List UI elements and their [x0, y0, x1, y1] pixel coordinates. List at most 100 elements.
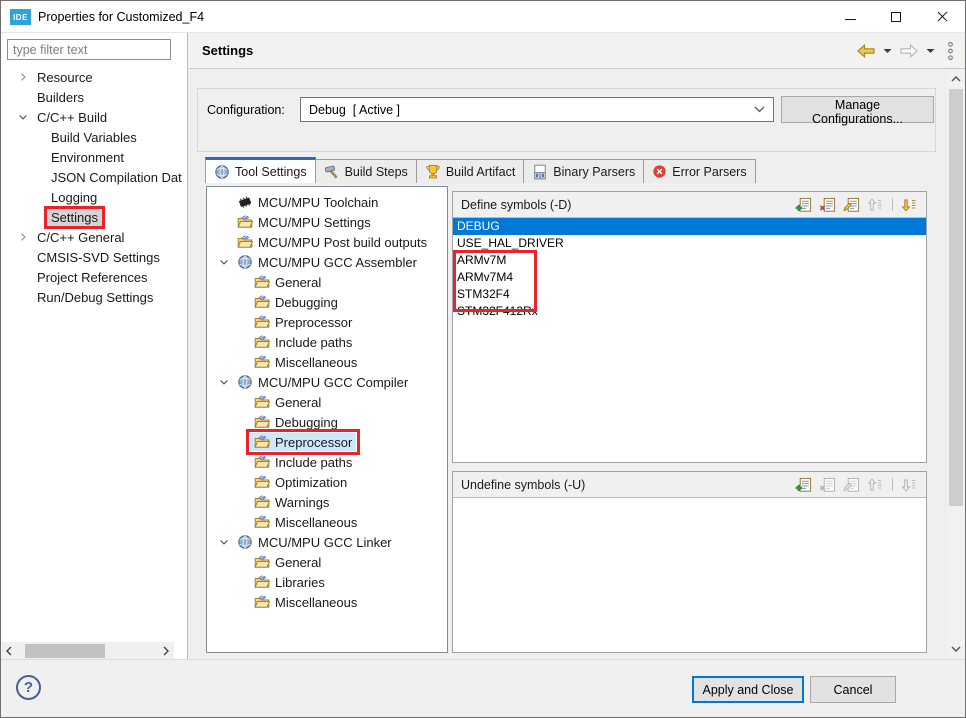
sidebar-item-logging[interactable]: Logging — [1, 187, 186, 207]
sidebar-item-json-compilation-dat[interactable]: JSON Compilation Dat — [1, 167, 186, 187]
tool-tree-item-miscellaneous[interactable]: Miscellaneous — [207, 512, 447, 532]
apply-and-close-button[interactable]: Apply and Close — [692, 676, 804, 703]
sidebar-horizontal-scrollbar[interactable] — [1, 642, 174, 660]
tool-tree-item-include-paths[interactable]: Include paths — [207, 452, 447, 472]
tool-tree-item-mcu-mpu-gcc-assembler[interactable]: MCU/MPU GCC Assembler — [207, 252, 447, 272]
tab-binary-parsers[interactable]: 010 Binary Parsers — [523, 159, 644, 183]
tab-label: Build Artifact — [446, 165, 515, 179]
manage-configurations-button[interactable]: Manage Configurations... — [781, 96, 934, 123]
settings-page: Settings Configuration: Debug [ Active ]… — [189, 33, 966, 661]
scrollbar-thumb[interactable] — [949, 89, 963, 506]
tool-wrench-icon — [214, 164, 230, 180]
sidebar-item-label: Project References — [33, 269, 152, 286]
tool-tree-item-include-paths[interactable]: Include paths — [207, 332, 447, 352]
toolbar-separator — [892, 478, 893, 491]
svg-text:010: 010 — [536, 173, 545, 179]
back-history-caret-icon[interactable] — [883, 48, 892, 54]
scroll-left-icon[interactable] — [1, 646, 17, 656]
tool-wrench-icon — [237, 534, 253, 550]
symbol-row-armv7m[interactable]: ARMv7M — [453, 252, 926, 269]
scroll-down-icon[interactable] — [951, 641, 961, 657]
sidebar-item-run-debug-settings[interactable]: Run/Debug Settings — [1, 287, 186, 307]
sidebar-item-label: C/C++ General — [33, 229, 128, 246]
sidebar-item-project-references[interactable]: Project References — [1, 267, 186, 287]
tool-tree-item-mcu-mpu-gcc-compiler[interactable]: MCU/MPU GCC Compiler — [207, 372, 447, 392]
define-move-down-icon[interactable] — [901, 197, 918, 213]
tool-tree-item-label: Debugging — [275, 295, 338, 310]
define-move-up-icon — [867, 197, 884, 213]
window-title: Properties for Customized_F4 — [38, 1, 204, 32]
tool-tree-item-label: Libraries — [275, 575, 325, 590]
tool-tree-item-general[interactable]: General — [207, 392, 447, 412]
symbol-row-armv7m4[interactable]: ARMv7M4 — [453, 269, 926, 286]
chevron-right-icon — [17, 71, 29, 83]
scroll-right-icon[interactable] — [158, 646, 174, 656]
tool-tree-item-label: MCU/MPU GCC Linker — [258, 535, 392, 550]
tool-tree-item-mcu-mpu-gcc-linker[interactable]: MCU/MPU GCC Linker — [207, 532, 447, 552]
tool-tree-item-general[interactable]: General — [207, 272, 447, 292]
dialog-footer: ? Apply and Close Cancel — [1, 659, 965, 717]
sidebar-item-c-c-build[interactable]: C/C++ Build — [1, 107, 186, 127]
configuration-dropdown[interactable]: Debug [ Active ] — [300, 97, 774, 122]
tool-tree-item-miscellaneous[interactable]: Miscellaneous — [207, 352, 447, 372]
undefine-add-icon[interactable] — [795, 477, 812, 493]
tool-tree-item-warnings[interactable]: Warnings — [207, 492, 447, 512]
scrollbar-thumb[interactable] — [25, 644, 105, 658]
tab-build-artifact[interactable]: Build Artifact — [416, 159, 524, 183]
chip-icon — [237, 194, 253, 210]
folder-tools-icon — [254, 494, 270, 510]
tool-settings-tree: MCU/MPU ToolchainMCU/MPU Settings MCU/MPU… — [206, 186, 448, 653]
folder-tools-icon — [254, 414, 270, 430]
tool-tree-item-debugging[interactable]: Debugging — [207, 412, 447, 432]
sidebar-item-label: Build Variables — [47, 129, 141, 146]
back-icon[interactable] — [856, 44, 876, 58]
help-button[interactable]: ? — [16, 675, 41, 700]
sidebar-item-resource[interactable]: Resource — [1, 67, 186, 87]
folder-tools-icon — [254, 274, 270, 290]
sidebar-item-cmsis-svd-settings[interactable]: CMSIS-SVD Settings — [1, 247, 186, 267]
tab-label: Binary Parsers — [553, 165, 635, 179]
tool-tree-item-debugging[interactable]: Debugging — [207, 292, 447, 312]
tool-tree-item-mcu-mpu-toolchain[interactable]: MCU/MPU Toolchain — [207, 192, 447, 212]
tool-tree-item-mcu-mpu-settings[interactable]: MCU/MPU Settings — [207, 212, 447, 232]
tool-tree-item-general[interactable]: General — [207, 552, 447, 572]
forward-history-caret-icon[interactable] — [926, 48, 935, 54]
maximize-button[interactable] — [873, 1, 919, 32]
tool-tree-item-preprocessor[interactable]: Preprocessor — [207, 432, 447, 452]
minimize-button[interactable] — [827, 1, 873, 32]
filter-input[interactable] — [7, 39, 171, 60]
define-edit-icon[interactable] — [843, 197, 860, 213]
undefine-move-up-icon — [867, 477, 884, 493]
tab-tool-settings[interactable]: Tool Settings — [205, 157, 316, 183]
tool-tree-item-optimization[interactable]: Optimization — [207, 472, 447, 492]
symbol-row-use-hal-driver[interactable]: USE_HAL_DRIVER — [453, 235, 926, 252]
tab-label: Tool Settings — [235, 165, 307, 179]
trophy-icon — [425, 164, 441, 180]
tool-tree-item-label: Preprocessor — [275, 435, 352, 450]
symbol-row-stm32f4[interactable]: STM32F4 — [453, 286, 926, 303]
main-vertical-scrollbar[interactable] — [947, 71, 965, 657]
close-button[interactable] — [919, 1, 965, 32]
tab-error-parsers[interactable]: Error Parsers — [643, 159, 755, 183]
tool-tree-item-miscellaneous[interactable]: Miscellaneous — [207, 592, 447, 612]
define-delete-icon[interactable] — [819, 197, 836, 213]
sidebar-item-label: Environment — [47, 149, 128, 166]
tool-tree-item-mcu-mpu-post-build-outputs[interactable]: MCU/MPU Post build outputs — [207, 232, 447, 252]
tool-tree-item-label: MCU/MPU Post build outputs — [258, 235, 427, 250]
sidebar-item-builders[interactable]: Builders — [1, 87, 186, 107]
folder-tools-icon — [254, 394, 270, 410]
tab-build-steps[interactable]: Build Steps — [315, 159, 417, 183]
scroll-up-icon[interactable] — [951, 71, 961, 87]
tool-tree-item-libraries[interactable]: Libraries — [207, 572, 447, 592]
view-menu-icon[interactable] — [946, 41, 955, 61]
tool-tree-item-preprocessor[interactable]: Preprocessor — [207, 312, 447, 332]
define-add-icon[interactable] — [795, 197, 812, 213]
sidebar-item-build-variables[interactable]: Build Variables — [1, 127, 186, 147]
sidebar-item-environment[interactable]: Environment — [1, 147, 186, 167]
cancel-button[interactable]: Cancel — [810, 676, 896, 703]
sidebar-item-c-c-general[interactable]: C/C++ General — [1, 227, 186, 247]
symbol-row-debug[interactable]: DEBUG — [453, 218, 926, 235]
tool-tree-item-label: MCU/MPU GCC Assembler — [258, 255, 417, 270]
sidebar-item-settings[interactable]: Settings — [1, 207, 186, 227]
symbol-row-stm32f412rx[interactable]: STM32F412Rx — [453, 303, 926, 320]
